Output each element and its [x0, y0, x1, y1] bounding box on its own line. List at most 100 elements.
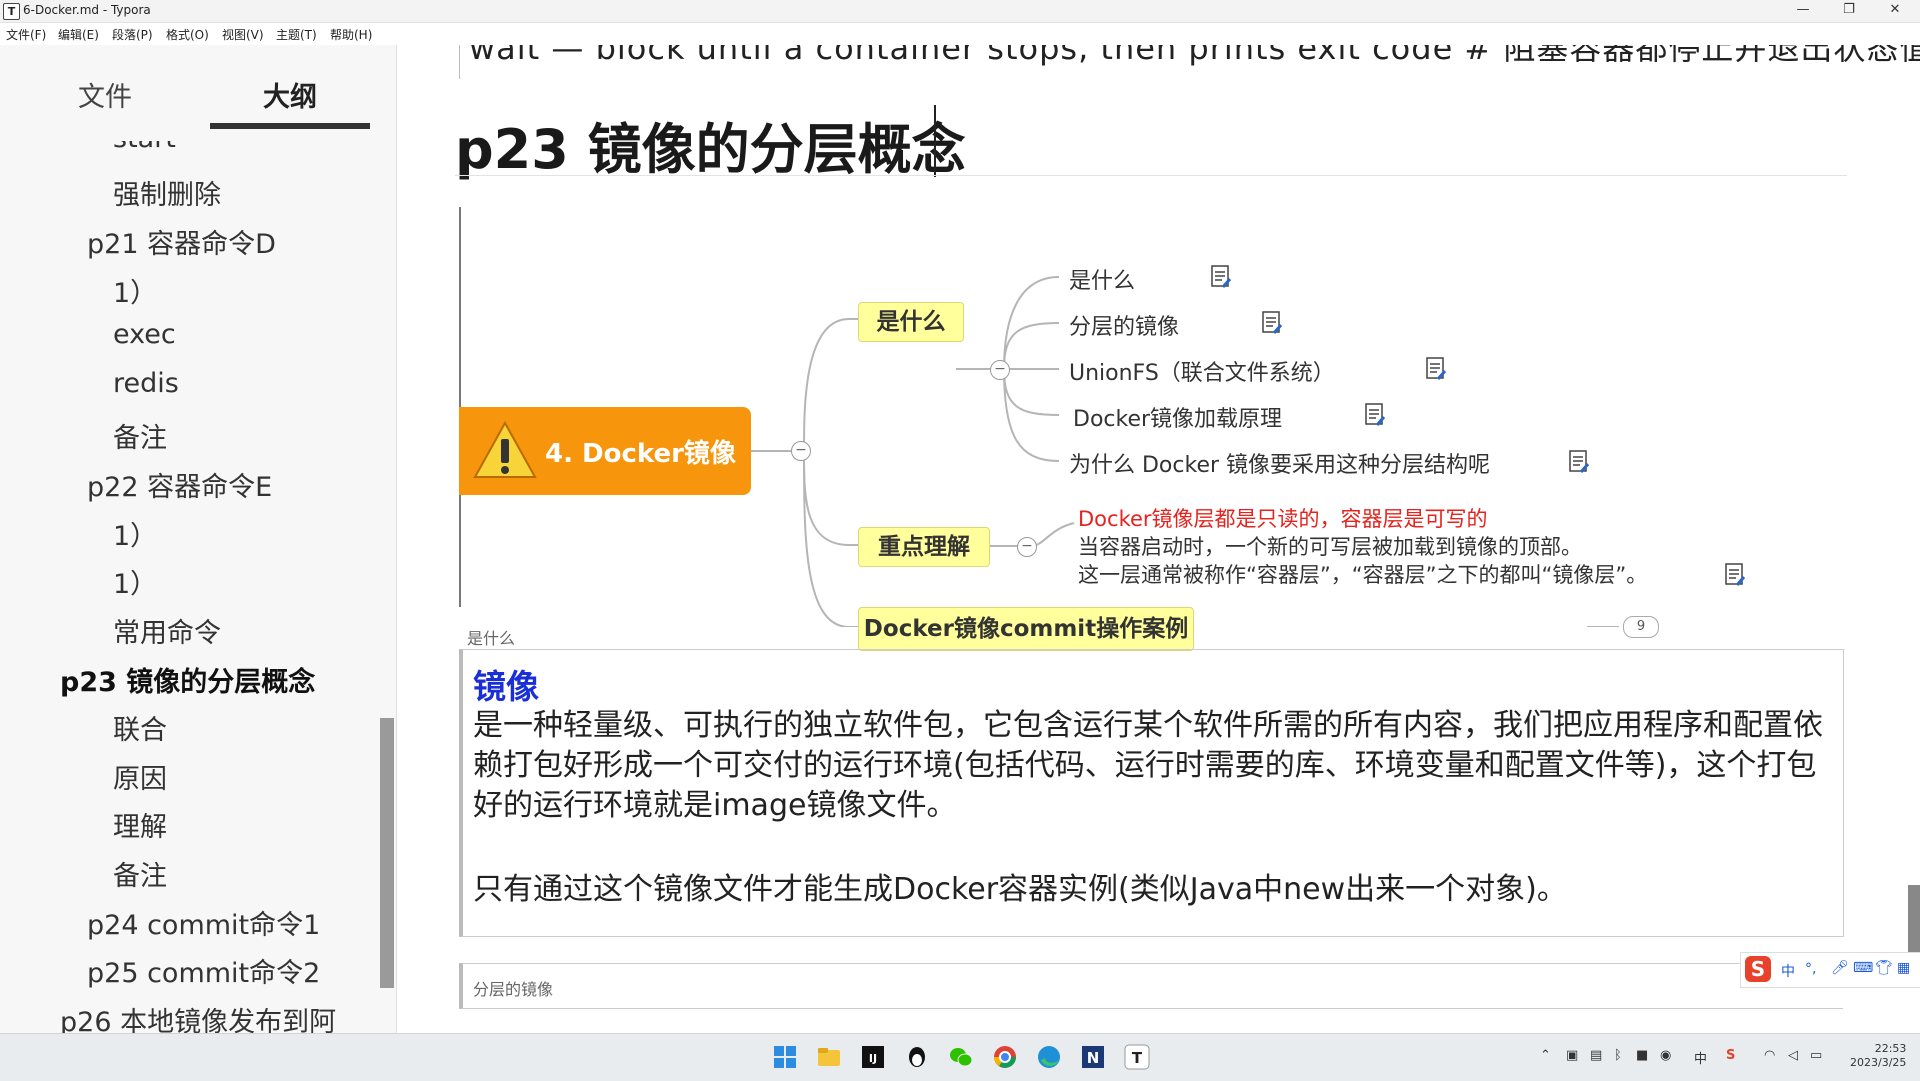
- minimize-button[interactable]: —: [1780, 0, 1826, 22]
- note-paragraph: 只有通过这个镜像文件才能生成Docker容器实例(类似Java中new出来一个对…: [473, 872, 1567, 907]
- qq-icon[interactable]: [904, 1044, 930, 1070]
- tab-outline[interactable]: 大纲: [263, 75, 317, 114]
- menu-help[interactable]: 帮助(H): [330, 26, 372, 43]
- tray-network-app-icon[interactable]: ▤: [1590, 1048, 1602, 1063]
- outline-item[interactable]: 1）: [113, 271, 157, 310]
- outline-item[interactable]: p21 容器命令D: [87, 222, 276, 261]
- tray-language[interactable]: 中: [1694, 1048, 1707, 1067]
- key-writable-layer-line[interactable]: 当容器启动时，一个新的可写层被加载到镜像的顶部。: [1078, 531, 1582, 561]
- edge-icon[interactable]: [1036, 1044, 1062, 1070]
- branch-what-is[interactable]: 是什么: [858, 302, 964, 342]
- skin-icon[interactable]: 👕︎: [1875, 960, 1893, 976]
- active-tab-indicator: [210, 123, 370, 129]
- outline-item[interactable]: exec: [113, 319, 176, 350]
- menu-edit[interactable]: 编辑(E): [58, 26, 99, 43]
- note-body[interactable]: 分层的镜像: [459, 963, 1843, 1009]
- outline-item[interactable]: 1）: [113, 562, 157, 601]
- key-readonly-line[interactable]: Docker镜像层都是只读的，容器层是可写的: [1078, 503, 1488, 533]
- sidebar: 文件 大纲 start 强制删除 p21 容器命令D 1） exec redis…: [0, 45, 397, 1033]
- outline-item[interactable]: p25 commit命令2: [87, 951, 320, 990]
- outline-item[interactable]: 联合: [113, 708, 167, 747]
- microphone-icon[interactable]: 🎤︎: [1831, 960, 1849, 976]
- wechat-icon[interactable]: [948, 1044, 974, 1070]
- outline-item[interactable]: start: [113, 141, 176, 154]
- leaf-layered-image[interactable]: 分层的镜像: [1069, 309, 1179, 341]
- leaf-unionfs[interactable]: UnionFS（联合文件系统）: [1069, 355, 1335, 387]
- collapse-toggle[interactable]: −: [1017, 537, 1037, 557]
- note-icon[interactable]: [1569, 450, 1589, 474]
- nvidia-icon[interactable]: ■: [1636, 1048, 1648, 1063]
- volume-icon[interactable]: ◁: [1788, 1048, 1798, 1063]
- ime-toolbar[interactable]: S 中 °, 🎤︎ ⌨ 👕︎ ▦: [1740, 952, 1920, 988]
- maximize-button[interactable]: ❐: [1826, 0, 1872, 22]
- editor-content[interactable]: wait — block until a container stops, th…: [397, 45, 1920, 1033]
- warning-icon: [473, 421, 537, 478]
- collapse-toggle[interactable]: −: [791, 441, 811, 461]
- outline-item[interactable]: 理解: [113, 805, 167, 844]
- menu-view[interactable]: 视图(V): [222, 26, 264, 43]
- outline-item[interactable]: 备注: [113, 854, 167, 893]
- collapse-toggle[interactable]: −: [990, 360, 1010, 380]
- clock[interactable]: 22:53 2023/3/25: [1850, 1042, 1906, 1070]
- close-button[interactable]: ✕: [1872, 0, 1918, 22]
- toolbox-icon[interactable]: ▦: [1897, 960, 1910, 976]
- intellij-icon[interactable]: IJ: [860, 1044, 886, 1070]
- ime-language[interactable]: 中: [1781, 961, 1795, 981]
- key-container-layer-line[interactable]: 这一层通常被称作“容器层”，“容器层”之下的都叫“镜像层”。: [1078, 559, 1647, 589]
- tray-overflow-icon[interactable]: ⌃: [1540, 1048, 1551, 1063]
- note-icon[interactable]: [1262, 311, 1282, 335]
- note-layered-image: 分层的镜像: [459, 963, 1861, 1033]
- note-icon[interactable]: [1365, 403, 1385, 427]
- menu-bar: 文件(F) 编辑(E) 段落(P) 格式(O) 视图(V) 主题(T) 帮助(H…: [0, 23, 1920, 45]
- tray-app-icon[interactable]: ◉: [1660, 1048, 1671, 1063]
- outline-item[interactable]: p24 commit命令1: [87, 903, 320, 942]
- sogou-ime-icon[interactable]: S: [1743, 954, 1773, 984]
- sidebar-scrollbar[interactable]: [380, 718, 394, 988]
- outline-item-active[interactable]: p23 镜像的分层概念: [60, 660, 315, 699]
- leaf-what-is[interactable]: 是什么: [1069, 263, 1135, 295]
- tray-app-icon[interactable]: ▣: [1566, 1048, 1578, 1063]
- outline-item[interactable]: 原因: [113, 757, 167, 796]
- outline-item[interactable]: 常用命令: [113, 611, 221, 650]
- leaf-load-principle[interactable]: Docker镜像加载原理: [1073, 401, 1282, 433]
- outline-item[interactable]: 备注: [113, 416, 167, 455]
- central-topic[interactable]: 4. Docker镜像: [459, 407, 751, 495]
- editor-scrollbar[interactable]: [1908, 885, 1920, 955]
- clock-time: 22:53: [1874, 1042, 1907, 1055]
- menu-theme[interactable]: 主题(T): [276, 26, 317, 43]
- keyboard-icon[interactable]: ⌨: [1853, 960, 1873, 976]
- typora-active-icon[interactable]: T: [1124, 1044, 1150, 1070]
- note-icon[interactable]: [1426, 357, 1446, 381]
- outline-item[interactable]: p22 容器命令E: [87, 465, 272, 504]
- battery-icon[interactable]: ▭: [1810, 1048, 1822, 1063]
- outline-item[interactable]: 1）: [113, 514, 157, 553]
- note-paragraph: 是一种轻量级、可执行的独立软件包，它包含运行某个软件所需的所有内容，我们把应用程…: [473, 708, 1823, 823]
- typora-app-icon: T: [3, 3, 20, 20]
- note-what-is: 是什么 镜像 是一种轻量级、可执行的独立软件包，它包含运行某个软件所需的所有内容…: [459, 625, 1861, 941]
- note-icon[interactable]: [1211, 265, 1231, 289]
- central-topic-label: 4. Docker镜像: [545, 439, 736, 469]
- outline-item[interactable]: redis: [113, 368, 179, 399]
- wifi-icon[interactable]: ◠: [1764, 1048, 1775, 1063]
- outline-item[interactable]: 强制删除: [113, 173, 221, 212]
- typora-taskbar-icon[interactable]: N: [1080, 1044, 1106, 1070]
- bluetooth-icon[interactable]: ᛒ: [1614, 1048, 1622, 1063]
- sogou-tray-icon[interactable]: S: [1726, 1048, 1735, 1063]
- chrome-icon[interactable]: [992, 1044, 1018, 1070]
- menu-format[interactable]: 格式(O): [166, 26, 209, 43]
- note-icon[interactable]: [1725, 563, 1745, 587]
- section-heading[interactable]: p23 镜像的分层概念: [455, 105, 966, 184]
- ime-punctuation[interactable]: °,: [1805, 961, 1816, 977]
- file-explorer-icon[interactable]: [816, 1044, 842, 1070]
- note-body[interactable]: 镜像 是一种轻量级、可执行的独立软件包，它包含运行某个软件所需的所有内容，我们把…: [459, 649, 1844, 937]
- menu-file[interactable]: 文件(F): [6, 26, 46, 43]
- start-icon[interactable]: [772, 1044, 798, 1070]
- outline-item[interactable]: p26 本地镜像发布到阿: [60, 1000, 336, 1033]
- note-header: 是什么: [467, 629, 516, 648]
- tab-files[interactable]: 文件: [78, 75, 132, 114]
- branch-key-understanding[interactable]: 重点理解: [858, 527, 990, 567]
- menu-paragraph[interactable]: 段落(P): [112, 26, 153, 43]
- svg-text:S: S: [1751, 957, 1765, 981]
- cut-off-line: wait — block until a container stops, th…: [469, 45, 1920, 67]
- leaf-why-layered[interactable]: 为什么 Docker 镜像要采用这种分层结构呢: [1069, 447, 1490, 479]
